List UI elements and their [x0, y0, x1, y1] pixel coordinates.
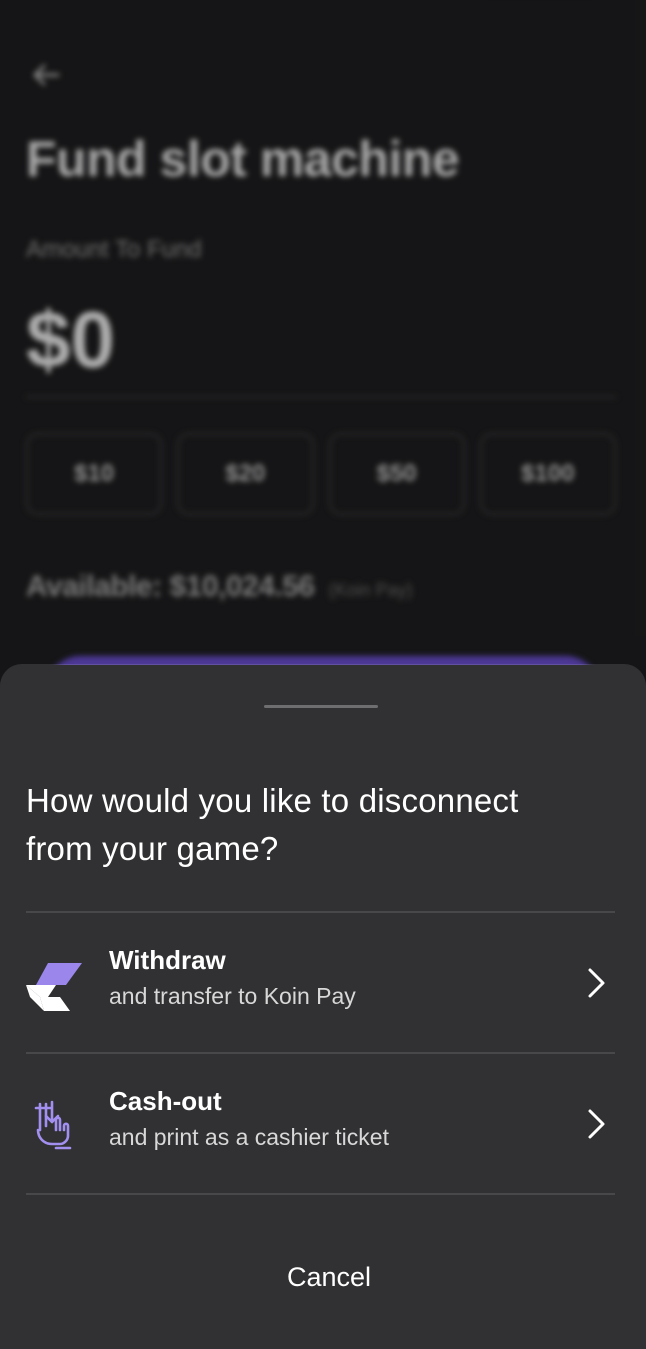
koin-pay-logo-icon [26, 955, 82, 1011]
cash-out-title: Cash-out [109, 1086, 222, 1116]
withdraw-title: Withdraw [109, 945, 226, 975]
cash-out-subtitle: and print as a cashier ticket [109, 1124, 389, 1150]
withdraw-option[interactable]: Withdraw and transfer to Koin Pay [26, 913, 616, 1053]
sheet-grabber[interactable] [264, 705, 378, 708]
divider [26, 1193, 615, 1195]
cash-out-option[interactable]: Cash-out and print as a cashier ticket [26, 1054, 616, 1194]
withdraw-subtitle: and transfer to Koin Pay [109, 983, 356, 1009]
chevron-right-icon [588, 968, 605, 998]
cash-out-hand-icon [26, 1096, 82, 1152]
sheet-title: How would you like to disconnect from yo… [26, 782, 519, 867]
disconnect-sheet: How would you like to disconnect from yo… [0, 665, 646, 1349]
chevron-right-icon [588, 1109, 605, 1139]
screen: Fund slot machine Amount To Fund $0 $10 … [0, 0, 646, 1349]
cancel-button[interactable]: Cancel [193, 1247, 465, 1307]
